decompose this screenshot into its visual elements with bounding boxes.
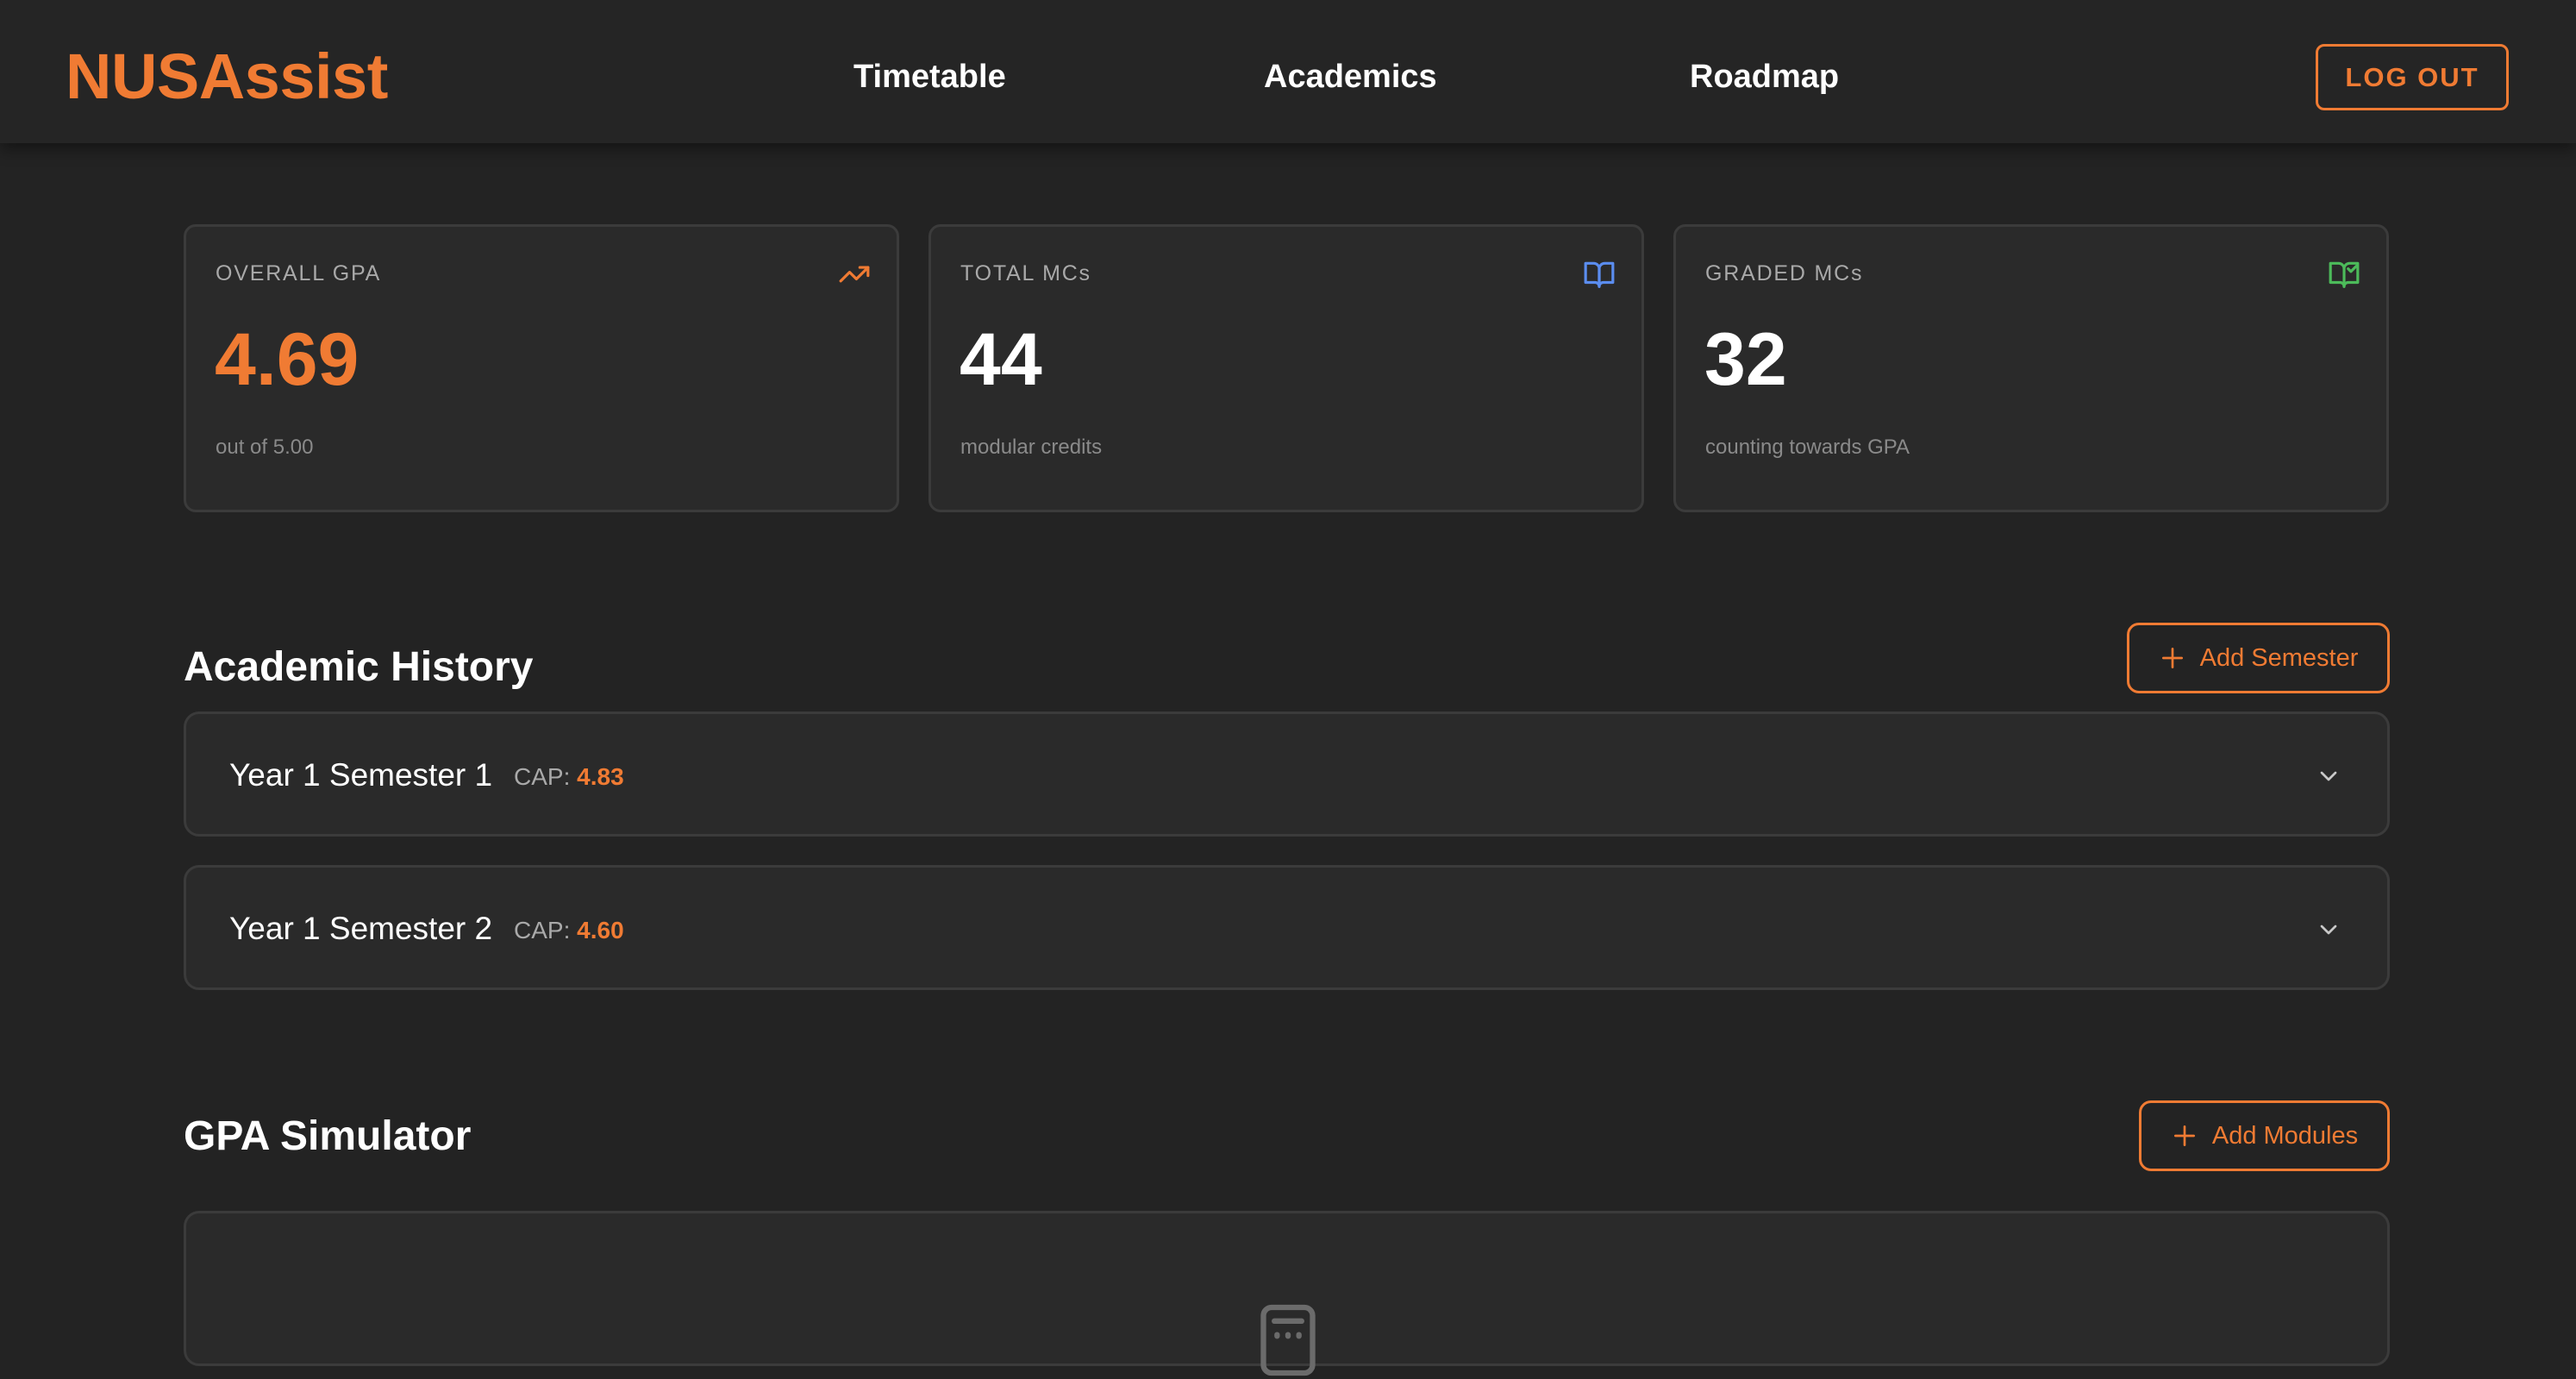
overall-gpa-card: OVERALL GPA 4.69 out of 5.00 bbox=[184, 224, 899, 512]
semester-cap: CAP: 4.60 bbox=[514, 916, 624, 945]
academic-history-title: Academic History bbox=[184, 644, 534, 690]
brand-logo[interactable]: NUSAssist bbox=[66, 38, 388, 116]
stat-value: 32 bbox=[1704, 318, 1787, 401]
stat-value: 4.69 bbox=[215, 318, 360, 401]
chevron-down-icon[interactable] bbox=[2315, 762, 2342, 790]
stat-caption: counting towards GPA bbox=[1705, 436, 1910, 459]
semester-row[interactable]: Year 1 Semester 2 CAP: 4.60 bbox=[184, 865, 2390, 990]
add-semester-label: Add Semester bbox=[2199, 643, 2359, 672]
add-semester-button[interactable]: Add Semester bbox=[2127, 623, 2390, 693]
book-check-icon bbox=[2329, 261, 2360, 288]
cap-value: 4.60 bbox=[577, 917, 624, 943]
semester-cap: CAP: 4.83 bbox=[514, 762, 624, 792]
add-modules-label: Add Modules bbox=[2211, 1121, 2359, 1150]
book-open-icon bbox=[1584, 261, 1615, 288]
add-modules-button[interactable]: Add Modules bbox=[2139, 1100, 2390, 1171]
stat-label: GRADED MCs bbox=[1705, 261, 1864, 285]
plus-icon bbox=[2173, 1125, 2195, 1146]
plus-icon bbox=[2161, 648, 2183, 668]
trending-up-icon bbox=[839, 266, 870, 283]
semester-name: Year 1 Semester 2 bbox=[229, 911, 493, 946]
gpa-simulator-title: GPA Simulator bbox=[184, 1113, 472, 1159]
semester-name: Year 1 Semester 1 bbox=[229, 757, 493, 793]
nav-academics[interactable]: Academics bbox=[1264, 55, 1437, 98]
graded-mcs-card: GRADED MCs 32 counting towards GPA bbox=[1673, 224, 2389, 512]
stat-label: OVERALL GPA bbox=[216, 261, 382, 285]
total-mcs-card: TOTAL MCs 44 modular credits bbox=[928, 224, 1644, 512]
cap-label: CAP: bbox=[514, 763, 571, 790]
gpa-simulator-panel bbox=[184, 1211, 2390, 1376]
stat-caption: out of 5.00 bbox=[216, 436, 314, 459]
top-navbar: NUSAssist Timetable Academics Roadmap LO… bbox=[0, 0, 2576, 143]
nav-roadmap[interactable]: Roadmap bbox=[1690, 55, 1839, 98]
semester-row[interactable]: Year 1 Semester 1 CAP: 4.83 bbox=[184, 711, 2390, 837]
stat-value: 44 bbox=[960, 318, 1042, 401]
cap-value: 4.83 bbox=[577, 763, 624, 790]
chevron-down-icon[interactable] bbox=[2315, 916, 2342, 943]
stat-label: TOTAL MCs bbox=[960, 261, 1091, 285]
stat-caption: modular credits bbox=[960, 436, 1103, 459]
logout-button[interactable]: LOG OUT bbox=[2316, 44, 2509, 110]
nav-timetable[interactable]: Timetable bbox=[853, 55, 1006, 98]
cap-label: CAP: bbox=[514, 917, 571, 943]
calculator-icon bbox=[1260, 1304, 1316, 1376]
